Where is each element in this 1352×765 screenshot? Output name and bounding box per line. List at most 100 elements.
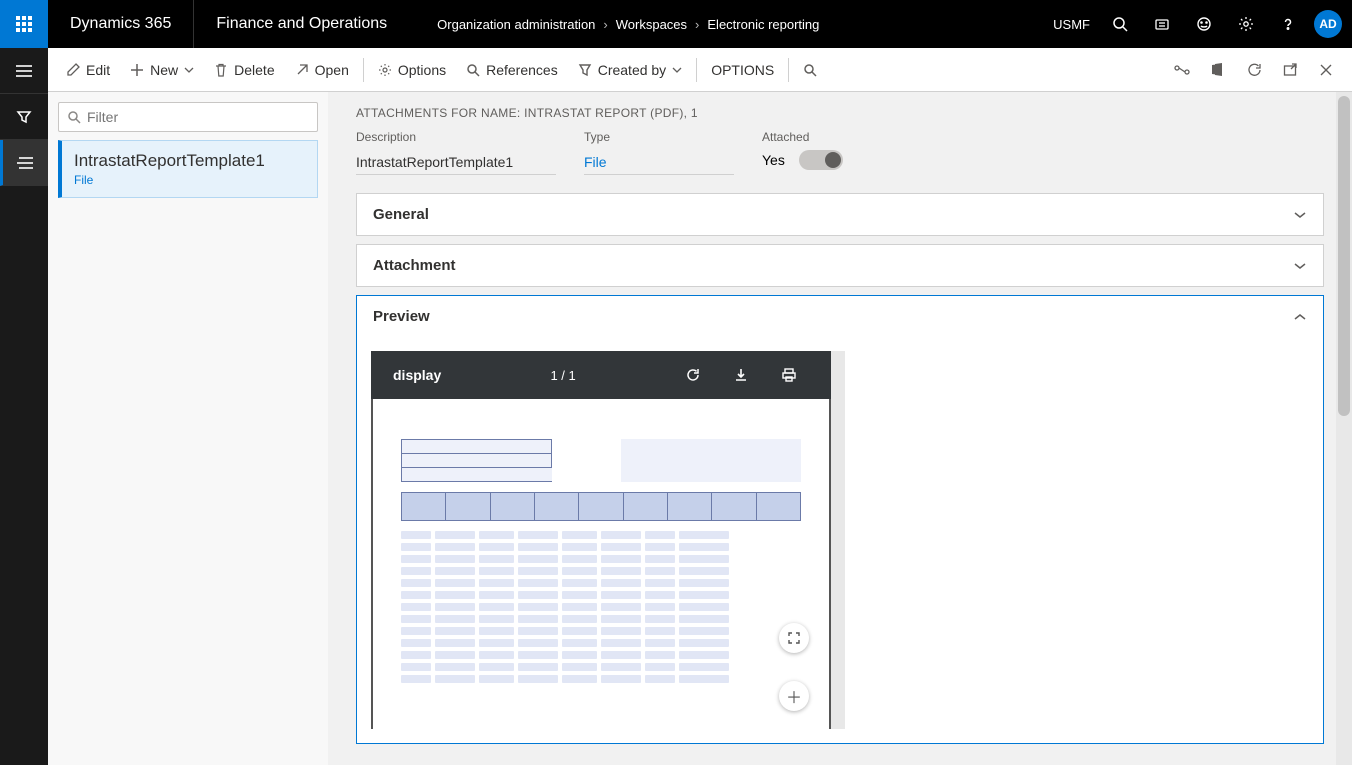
attachment-fasttab-header[interactable]: Attachment [357,245,1323,286]
brand-label: Dynamics 365 [48,15,193,33]
references-label: References [486,62,558,78]
download-icon[interactable] [733,367,761,383]
new-button[interactable]: New [120,48,204,92]
app-launcher-button[interactable] [0,0,48,48]
description-field: Description IntrastatReportTemplate1 [356,130,556,175]
chevron-down-icon [672,67,682,73]
attached-label: Attached [762,130,843,144]
filter-input-wrap[interactable] [58,102,318,132]
references-button[interactable]: References [456,48,568,92]
edit-button[interactable]: Edit [56,48,120,92]
help-icon[interactable] [1268,0,1308,48]
list-panel: IntrastatReportTemplate1 File [48,92,328,765]
filter-input[interactable] [87,109,309,125]
attachment-fasttab-title: Attachment [373,257,456,274]
find-button[interactable] [793,48,827,92]
popout-button[interactable] [1272,48,1308,92]
attached-field: Attached Yes [762,130,843,175]
list-item[interactable]: IntrastatReportTemplate1 File [58,140,318,198]
pdf-title: display [393,367,441,383]
general-fasttab-title: General [373,206,429,223]
options-group-label: OPTIONS [711,62,774,78]
open-button[interactable]: Open [285,48,359,92]
related-info-button[interactable] [0,140,48,186]
print-icon[interactable] [781,367,809,383]
delete-label: Delete [234,62,274,78]
attach-button[interactable] [1164,48,1200,92]
avatar[interactable]: AD [1314,10,1342,38]
delete-button[interactable]: Delete [204,48,284,92]
rotate-icon[interactable] [685,367,713,383]
chevron-down-icon [1293,313,1307,321]
created-by-button[interactable]: Created by [568,48,692,92]
preview-fasttab-title: Preview [373,308,430,325]
search-icon [67,110,81,124]
type-label: Type [584,130,734,144]
list-item-sub: File [74,173,305,187]
pdf-page: ＋ [373,399,829,729]
type-field: Type File [584,130,734,175]
open-label: Open [315,62,349,78]
list-item-title: IntrastatReportTemplate1 [74,151,305,171]
separator [696,58,697,82]
main-content: ATTACHMENTS FOR NAME: INTRASTAT REPORT (… [328,92,1352,765]
attached-value: Yes [762,152,785,168]
general-fasttab: General [356,193,1324,236]
pdf-mock-header-row [401,492,801,521]
type-value[interactable]: File [584,150,734,175]
new-label: New [150,62,178,78]
description-value[interactable]: IntrastatReportTemplate1 [356,150,556,175]
top-nav: Dynamics 365 Finance and Operations Orga… [0,0,1352,48]
separator [363,58,364,82]
chevron-down-icon [184,67,194,73]
options-group-button[interactable]: OPTIONS [701,48,784,92]
pdf-scrollbar[interactable] [831,351,845,729]
refresh-button[interactable] [1236,48,1272,92]
pdf-mock-table [401,439,552,482]
separator [788,58,789,82]
gear-icon[interactable] [1226,0,1266,48]
office-button[interactable] [1200,48,1236,92]
chevron-right-icon: › [695,17,699,32]
zoom-in-button[interactable]: ＋ [779,681,809,711]
pdf-mock-rows [401,531,801,683]
feedback-icon[interactable] [1184,0,1224,48]
command-bar: Edit New Delete Open Options References … [48,48,1352,92]
attachment-fasttab: Attachment [356,244,1324,287]
filter-pane-button[interactable] [0,94,48,140]
chevron-down-icon [1293,262,1307,270]
options-label: Options [398,62,446,78]
createdby-label: Created by [598,62,666,78]
pdf-viewer: display 1 / 1 [371,351,831,729]
left-rail [0,48,48,765]
chevron-down-icon [1293,211,1307,219]
breadcrumb-item[interactable]: Workspaces [616,17,687,32]
page-title: ATTACHMENTS FOR NAME: INTRASTAT REPORT (… [356,106,1324,120]
task-recorder-icon[interactable] [1142,0,1182,48]
module-label: Finance and Operations [194,15,409,33]
breadcrumb: Organization administration › Workspaces… [409,17,1045,32]
main-scrollbar[interactable] [1336,92,1352,765]
close-button[interactable] [1308,48,1344,92]
attached-toggle[interactable] [799,150,843,170]
breadcrumb-item[interactable]: Organization administration [437,17,595,32]
chevron-right-icon: › [603,17,607,32]
preview-fasttab: Preview display 1 / 1 [356,295,1324,744]
description-label: Description [356,130,556,144]
preview-fasttab-header[interactable]: Preview [357,296,1323,337]
legal-entity[interactable]: USMF [1045,17,1098,32]
fit-page-button[interactable] [779,623,809,653]
waffle-icon [16,16,32,32]
pdf-page-indicator: 1 / 1 [461,368,665,383]
preview-body: display 1 / 1 [357,337,1323,743]
scrollbar-thumb[interactable] [1338,96,1350,416]
pdf-mock-table [621,439,801,482]
general-fasttab-header[interactable]: General [357,194,1323,235]
nav-hamburger-button[interactable] [0,48,48,94]
fields-row: Description IntrastatReportTemplate1 Typ… [356,130,1324,175]
nav-right: USMF AD [1045,0,1352,48]
edit-label: Edit [86,62,110,78]
breadcrumb-item[interactable]: Electronic reporting [707,17,819,32]
search-icon[interactable] [1100,0,1140,48]
options-button[interactable]: Options [368,48,456,92]
